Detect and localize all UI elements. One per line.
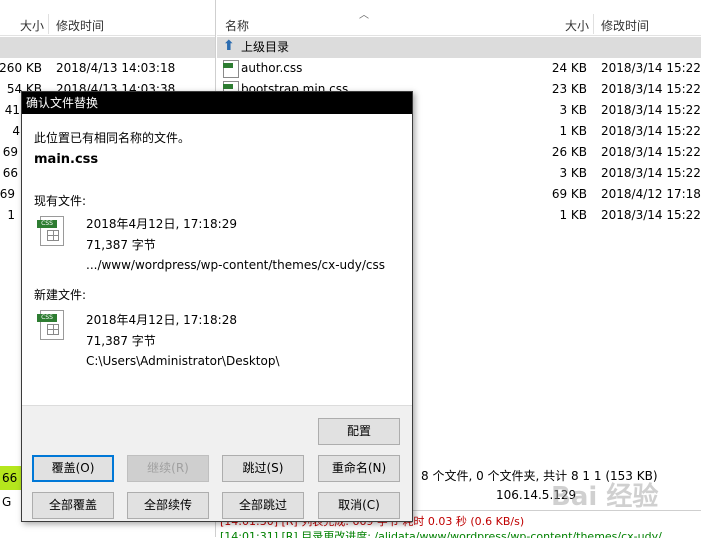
dialog-title: 确认文件替换 — [22, 92, 412, 114]
size-column-header[interactable]: 大小 — [20, 17, 44, 34]
existing-file-date: 2018年4月12日, 17:18:29 — [86, 217, 237, 231]
file-modified: 2018/3/14 15:22:5 — [601, 166, 701, 180]
file-size: 69 — [2, 145, 18, 159]
modified-column-header[interactable]: 修改时间 — [601, 17, 649, 34]
list-item[interactable]: author.css 24 KB 2018/3/14 15:22:5 — [217, 58, 701, 79]
dialog-body: 此位置已有相同名称的文件。 main.css 现有文件: CSS 2018年4月… — [22, 115, 412, 521]
file-size: 41 — [4, 103, 20, 117]
css-file-icon: CSS — [37, 310, 64, 340]
file-size: 1 — [7, 208, 15, 222]
file-size: 69 KB — [551, 187, 587, 201]
file-size: 260 KB — [0, 61, 42, 75]
file-size: 23 KB — [551, 82, 587, 96]
file-modified: 2018/4/12 17:18:2 — [601, 187, 701, 201]
file-size: 3 KB — [559, 166, 587, 180]
file-size: 69 — [0, 187, 15, 201]
skip-all-button[interactable]: 全部跳过 — [222, 492, 304, 519]
watermark: Bai 经验 — [551, 482, 659, 512]
column-divider[interactable] — [48, 14, 49, 34]
existing-file-path: .../www/wordpress/wp-content/themes/cx-u… — [86, 258, 385, 272]
file-size: 4 — [12, 124, 20, 138]
dialog-button-area: 配置 覆盖(O) 继续(R) 跳过(S) 重命名(N) 全部覆盖 全部续传 全部… — [22, 405, 412, 521]
css-badge: CSS — [37, 314, 57, 322]
css-badge: CSS — [37, 220, 57, 228]
parent-directory-item[interactable]: ⬆ 上级目录 — [217, 37, 701, 58]
css-file-icon: CSS — [37, 216, 64, 246]
file-name-label: main.css — [34, 152, 99, 167]
file-modified: 2018/4/13 14:03:18 — [56, 61, 176, 75]
new-file-size: 71,387 字节 — [86, 334, 156, 348]
css-file-icon — [223, 60, 239, 78]
new-file-date: 2018年4月12日, 17:18:28 — [86, 313, 237, 327]
local-list-header: 大小 修改时间 — [0, 0, 215, 36]
file-size: 3 KB — [559, 103, 587, 117]
new-file-label: 新建文件: — [34, 288, 87, 302]
parent-directory-label: 上级目录 — [241, 40, 290, 54]
modified-column-header[interactable]: 修改时间 — [56, 17, 104, 34]
name-column-header[interactable]: 名称 — [225, 17, 249, 34]
file-modified: 2018/3/14 15:22:5 — [601, 103, 701, 117]
column-divider[interactable] — [593, 14, 594, 34]
size-column-header[interactable]: 大小 — [565, 17, 589, 34]
file-modified: 2018/3/14 15:22:5 — [601, 61, 701, 75]
confirm-replace-dialog: 确认文件替换 此位置已有相同名称的文件。 main.css 现有文件: CSS … — [21, 91, 413, 522]
file-modified: 2018/3/14 15:22:5 — [601, 145, 701, 159]
cancel-button[interactable]: 取消(C) — [318, 492, 400, 519]
config-button[interactable]: 配置 — [318, 418, 400, 445]
file-size: 1 KB — [559, 124, 587, 138]
dialog-message: 此位置已有相同名称的文件。 — [34, 131, 191, 145]
resume-all-button[interactable]: 全部续传 — [127, 492, 209, 519]
list-item[interactable]: 260 KB 2018/4/13 14:03:18 — [0, 58, 215, 79]
file-modified: 2018/3/14 15:22:5 — [601, 124, 701, 138]
sort-ascending-icon: ︿ — [359, 10, 369, 21]
file-size: 1 KB — [559, 208, 587, 222]
file-size: 66 — [2, 166, 18, 180]
file-name: author.css — [241, 61, 303, 75]
file-modified: 2018/3/14 15:22:5 — [601, 208, 701, 222]
rename-button[interactable]: 重命名(N) — [318, 455, 400, 482]
overwrite-button[interactable]: 覆盖(O) — [32, 455, 114, 482]
file-size: 24 KB — [551, 61, 587, 75]
resume-button: 继续(R) — [127, 455, 209, 482]
existing-file-size: 71,387 字节 — [86, 238, 156, 252]
remote-list-header: 名称 ︿ 大小 修改时间 — [217, 0, 701, 36]
new-file-path: C:\Users\Administrator\Desktop\ — [86, 354, 280, 368]
up-arrow-icon: ⬆ — [223, 38, 235, 54]
disk-free-text: 66 G — [2, 471, 18, 509]
file-modified: 2018/3/14 15:22:5 — [601, 82, 701, 96]
overwrite-all-button[interactable]: 全部覆盖 — [32, 492, 114, 519]
file-size: 26 KB — [551, 145, 587, 159]
skip-button[interactable]: 跳过(S) — [222, 455, 304, 482]
existing-file-label: 现有文件: — [34, 194, 87, 208]
list-item[interactable] — [0, 37, 215, 58]
